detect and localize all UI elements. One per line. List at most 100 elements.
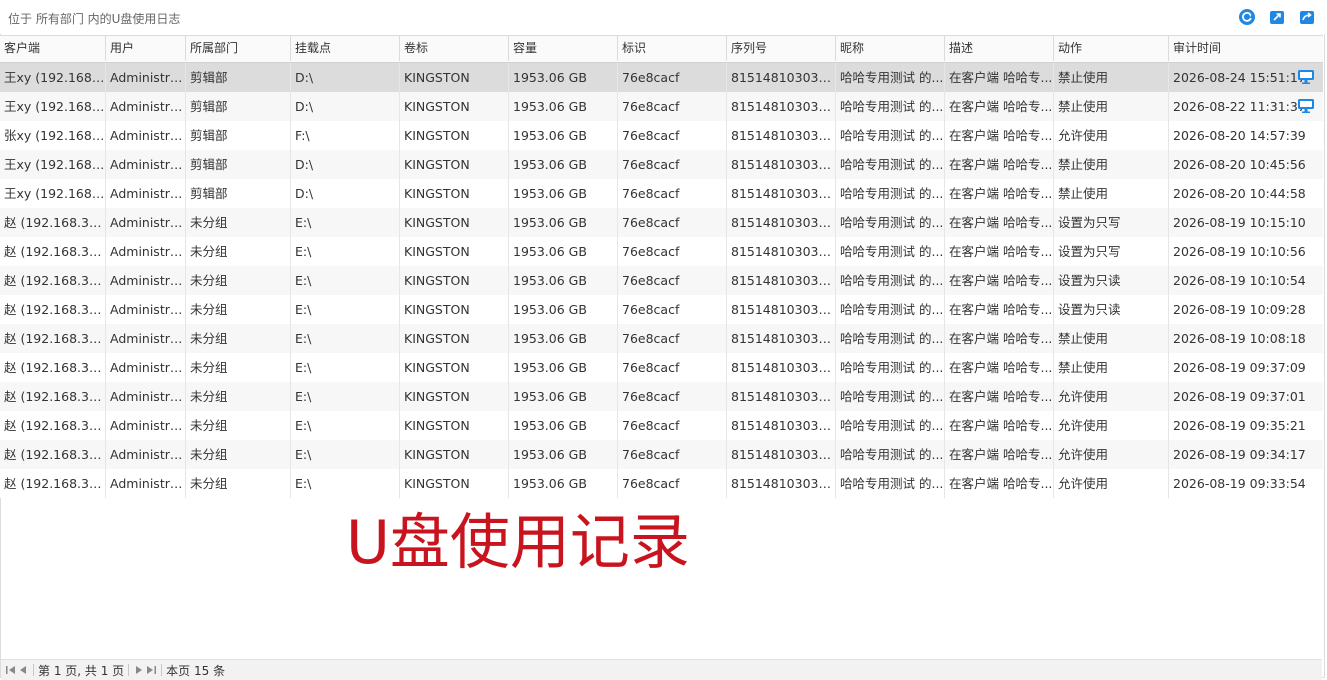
table-row[interactable]: 王xy (192.168.3... Administra... 剪辑部 D:\ KING… (0, 179, 1323, 208)
cell-serial: 8151481030374... (727, 353, 836, 382)
cell-audit-time: 2026-08-19 09:34:17 (1173, 447, 1306, 462)
cell-mount-point: E:\ (291, 295, 400, 324)
cell-serial: 8151481030374... (727, 382, 836, 411)
table-row[interactable]: 赵 (192.168.3.70) Administra... 未分组 E:\ KINGS… (0, 237, 1323, 266)
cell-audit-time: 2026-08-20 10:44:58 (1173, 186, 1306, 201)
cell-client: 赵 (192.168.3.70) (0, 411, 106, 440)
cell-identifier: 76e8cacf (618, 469, 727, 498)
cell-nickname: 哈哈专用测试 的... (836, 440, 945, 469)
cell-nickname: 哈哈专用测试 的... (836, 150, 945, 179)
cell-identifier: 76e8cacf (618, 440, 727, 469)
cell-serial: 8151481030374... (727, 179, 836, 208)
cell-nickname: 哈哈专用测试 的... (836, 179, 945, 208)
cell-client: 赵 (192.168.3.70) (0, 469, 106, 498)
cell-department: 未分组 (186, 324, 291, 353)
table-row[interactable]: 赵 (192.168.3.70) Administra... 未分组 E:\ KINGS… (0, 208, 1323, 237)
column-header-user[interactable]: 用户 (106, 36, 186, 61)
cell-nickname: 哈哈专用测试 的... (836, 411, 945, 440)
export-icon[interactable] (1267, 7, 1287, 27)
table-row[interactable]: 王xy (192.168.3... Administra... 剪辑部 D:\ KING… (0, 150, 1323, 179)
cell-mount-point: E:\ (291, 266, 400, 295)
cell-client: 王xy (192.168.3... (0, 150, 106, 179)
cell-action: 允许使用 (1054, 382, 1169, 411)
cell-action: 允许使用 (1054, 121, 1169, 150)
cell-audit-time: 2026-08-19 09:37:01 (1173, 389, 1306, 404)
column-header-mount-point[interactable]: 挂载点 (291, 36, 400, 61)
cell-client: 王xy (192.168.3... (0, 92, 106, 121)
cell-user: Administra... (106, 295, 186, 324)
cell-client: 赵 (192.168.3.70) (0, 382, 106, 411)
cell-description: 在客户端 哈哈专... (945, 150, 1054, 179)
table-row[interactable]: 赵 (192.168.3.70) Administra... 未分组 E:\ KINGS… (0, 353, 1323, 382)
column-header-client[interactable]: 客户端 (0, 36, 106, 61)
cell-user: Administra... (106, 353, 186, 382)
column-header-capacity[interactable]: 容量 (509, 36, 618, 61)
table-row[interactable]: 赵 (192.168.3.70) Administra... 未分组 E:\ KINGS… (0, 295, 1323, 324)
cell-department: 未分组 (186, 353, 291, 382)
cell-description: 在客户端 哈哈专... (945, 121, 1054, 150)
first-page-icon[interactable] (5, 664, 17, 676)
cell-capacity: 1953.06 GB (509, 208, 618, 237)
cell-identifier: 76e8cacf (618, 208, 727, 237)
cell-volume-label: KINGSTON (400, 440, 509, 469)
cell-capacity: 1953.06 GB (509, 411, 618, 440)
cell-action: 设置为只读 (1054, 295, 1169, 324)
cell-identifier: 76e8cacf (618, 324, 727, 353)
column-header-identifier[interactable]: 标识 (618, 36, 727, 61)
column-header-nickname[interactable]: 昵称 (836, 36, 945, 61)
cell-client: 王xy (192.168.3... (0, 63, 106, 92)
cell-department: 未分组 (186, 411, 291, 440)
cell-mount-point: E:\ (291, 469, 400, 498)
prev-page-icon[interactable] (17, 664, 29, 676)
column-header-audit-time[interactable]: 审计时间 (1169, 36, 1323, 61)
refresh-icon[interactable] (1237, 7, 1257, 27)
cell-action: 禁止使用 (1054, 150, 1169, 179)
cell-mount-point: E:\ (291, 353, 400, 382)
cell-user: Administra... (106, 440, 186, 469)
table-row[interactable]: 赵 (192.168.3.70) Administra... 未分组 E:\ KINGS… (0, 382, 1323, 411)
table-row[interactable]: 张xy (192.168.3... Administra... 剪辑部 F:\ KING… (0, 121, 1323, 150)
table-row[interactable]: 赵 (192.168.3.70) Administra... 未分组 E:\ KINGS… (0, 266, 1323, 295)
cell-capacity: 1953.06 GB (509, 324, 618, 353)
cell-action: 设置为只读 (1054, 266, 1169, 295)
cell-action: 允许使用 (1054, 469, 1169, 498)
cell-serial: 8151481030374... (727, 150, 836, 179)
share-icon[interactable] (1297, 7, 1317, 27)
pager-divider (128, 664, 130, 676)
cell-mount-point: F:\ (291, 121, 400, 150)
column-header-serial[interactable]: 序列号 (727, 36, 836, 61)
cell-nickname: 哈哈专用测试 的... (836, 382, 945, 411)
cell-volume-label: KINGSTON (400, 150, 509, 179)
column-header-department[interactable]: 所属部门 (186, 36, 291, 61)
column-header-action[interactable]: 动作 (1054, 36, 1169, 61)
cell-department: 剪辑部 (186, 63, 291, 92)
cell-audit-time: 2026-08-20 14:57:39 (1173, 128, 1306, 143)
cell-user: Administra... (106, 121, 186, 150)
monitor-icon[interactable] (1297, 69, 1315, 85)
cell-client: 赵 (192.168.3.70) (0, 353, 106, 382)
cell-description: 在客户端 哈哈专... (945, 179, 1054, 208)
cell-department: 剪辑部 (186, 121, 291, 150)
table-row[interactable]: 赵 (192.168.3.70) Administra... 未分组 E:\ KINGS… (0, 469, 1323, 498)
column-header-description[interactable]: 描述 (945, 36, 1054, 61)
last-page-icon[interactable] (145, 664, 157, 676)
cell-department: 未分组 (186, 208, 291, 237)
table-row[interactable]: 王xy (192.168.3... Administra... 剪辑部 D:\ KING… (0, 92, 1323, 121)
table-row[interactable]: 王xy (192.168.3... Administra... 剪辑部 D:\ KING… (0, 63, 1323, 92)
cell-department: 未分组 (186, 440, 291, 469)
cell-description: 在客户端 哈哈专... (945, 208, 1054, 237)
monitor-icon[interactable] (1297, 98, 1315, 114)
page-info: 第 1 页, 共 1 页 (38, 663, 125, 678)
cell-department: 剪辑部 (186, 150, 291, 179)
cell-capacity: 1953.06 GB (509, 440, 618, 469)
table-row[interactable]: 赵 (192.168.3.70) Administra... 未分组 E:\ KINGS… (0, 411, 1323, 440)
table-row[interactable]: 赵 (192.168.3.70) Administra... 未分组 E:\ KINGS… (0, 440, 1323, 469)
cell-identifier: 76e8cacf (618, 382, 727, 411)
cell-volume-label: KINGSTON (400, 92, 509, 121)
cell-audit-time: 2026-08-19 09:35:21 (1173, 418, 1306, 433)
cell-audit-time: 2026-08-19 10:09:28 (1173, 302, 1306, 317)
column-header-volume-label[interactable]: 卷标 (400, 36, 509, 61)
table-row[interactable]: 赵 (192.168.3.70) Administra... 未分组 E:\ KINGS… (0, 324, 1323, 353)
next-page-icon[interactable] (133, 664, 145, 676)
cell-client: 赵 (192.168.3.70) (0, 208, 106, 237)
